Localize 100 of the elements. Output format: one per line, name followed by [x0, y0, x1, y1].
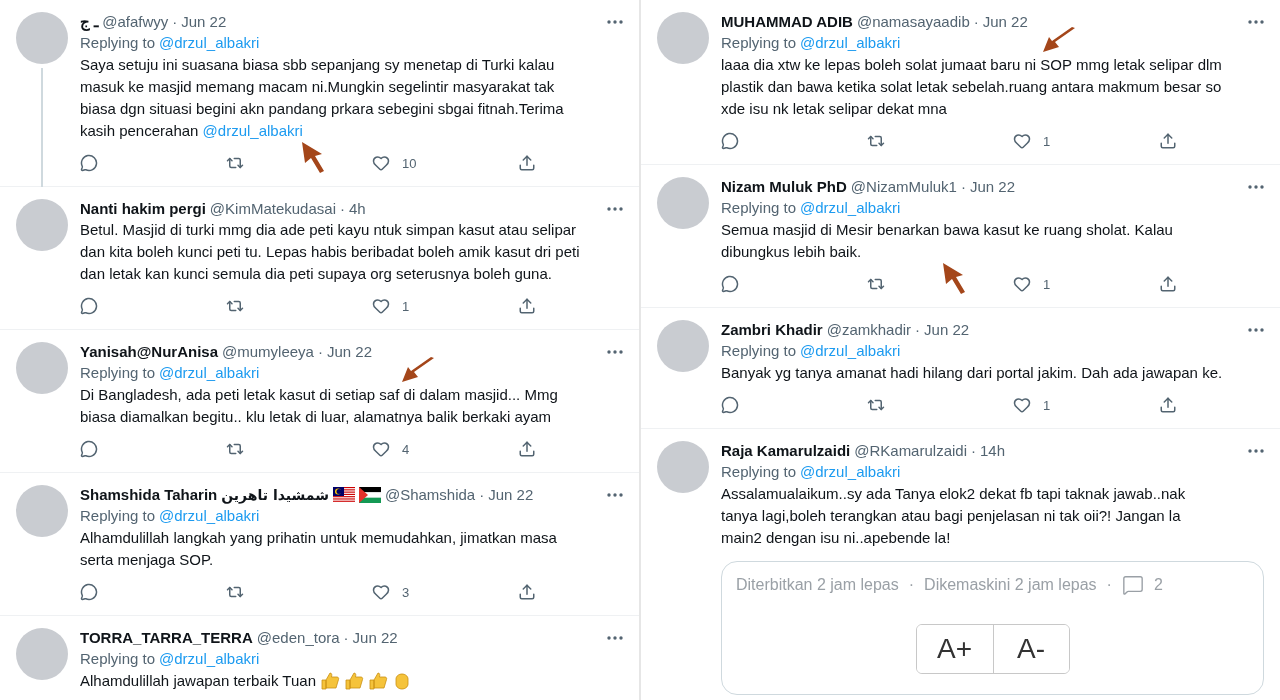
- reply-button[interactable]: [721, 275, 739, 293]
- mention-link[interactable]: @drzul_albakri: [800, 340, 901, 362]
- share-button[interactable]: [518, 440, 536, 458]
- like-button[interactable]: 3: [372, 583, 410, 601]
- user-name: Shamshida Taharin: [80, 485, 218, 505]
- post-time: 4h: [348, 199, 366, 219]
- tweet-text: Alhamdulillah langkah yang prihatin untuk memudahkan, jimatkan masa serta menjaga SOP.: [80, 528, 558, 570]
- more-options-button[interactable]: [607, 636, 623, 640]
- share-icon: [518, 440, 536, 458]
- more-options-button[interactable]: [607, 20, 623, 24]
- speech-bubble-icon: [721, 132, 739, 150]
- user-handle: @KimMatekudasai: [209, 199, 336, 219]
- share-button[interactable]: [1159, 132, 1177, 150]
- user-name: TORRA_TARRA_TERRA: [80, 628, 253, 648]
- replying-to-label: Replying to: [721, 462, 797, 482]
- more-options-button[interactable]: [1248, 20, 1264, 24]
- more-options-button[interactable]: [607, 350, 623, 354]
- mention-link[interactable]: @drzul_albakri: [159, 362, 260, 384]
- share-button[interactable]: [518, 297, 536, 315]
- tweet-text: Assalamualaikum..sy ada Tanya elok2 dekat fb tapi taknak jawab..nak tanya lagi,boleh terangkan atau bagi penjelasan ni tak oii?! Jangan la main2 dengan isu ni..apebende la!: [721, 484, 1187, 548]
- share-icon: [518, 154, 536, 172]
- comment-icon: [1121, 574, 1144, 596]
- more-icon: [607, 20, 623, 24]
- replying-to-label: Replying to: [80, 363, 156, 383]
- avatar-placeholder: [657, 12, 709, 64]
- reply-button[interactable]: [80, 154, 98, 172]
- user-name-arabic: شمشيدا تاهرين: [221, 486, 329, 505]
- like-button[interactable]: 1: [372, 297, 410, 315]
- more-icon: [1248, 449, 1264, 453]
- separator-dot: ·: [339, 199, 345, 219]
- tweet-text: Di Bangladesh, ada peti letak kasut di setiap saf di dalam masjid... Mmg biasa diamalkan begitu.. klu letak di luar, alamatnya balik berkaki ayam: [80, 385, 559, 427]
- share-icon: [518, 297, 536, 315]
- share-button[interactable]: [518, 154, 536, 172]
- mention-link[interactable]: @drzul_albakri: [800, 461, 901, 483]
- post-time: Jun 22: [924, 320, 970, 340]
- avatar-placeholder: [657, 177, 709, 229]
- more-options-button[interactable]: [1248, 185, 1264, 189]
- user-name: Nizam Muluk PhD: [721, 177, 847, 197]
- post-time: Jun 22: [181, 12, 227, 32]
- heart-icon: [1013, 275, 1031, 293]
- heart-icon: [372, 154, 390, 172]
- comment-count: 2: [1153, 576, 1163, 594]
- more-icon: [1248, 185, 1264, 189]
- reply-button[interactable]: [80, 583, 98, 601]
- avatar-placeholder: [16, 12, 68, 64]
- mention-link[interactable]: @drzul_albakri: [800, 197, 901, 219]
- avatar-placeholder: [657, 320, 709, 372]
- like-button[interactable]: 10: [372, 154, 417, 172]
- share-icon: [1159, 275, 1177, 293]
- reply-button[interactable]: [80, 440, 98, 458]
- share-button[interactable]: [1159, 396, 1177, 414]
- separator-dot: ·: [915, 320, 921, 340]
- heart-icon: [1013, 396, 1031, 414]
- more-options-button[interactable]: [1248, 328, 1264, 332]
- more-options-button[interactable]: [607, 207, 623, 211]
- heart-icon: [372, 583, 390, 601]
- heart-icon: [372, 297, 390, 315]
- separator-dot: ·: [908, 576, 915, 594]
- like-button[interactable]: 1: [1013, 396, 1051, 414]
- tweet-text: Saya setuju ini suasana biasa sbb sepanjang sy menetap di Turki kalau masuk ke masjid memang macam ni.Mungkin segelintir masyarakat tak biasa dgn situasi begini akn pandang prkara sebegini sbgai fitnah.Terima kasih pencerahan @drzul_albakri: [80, 55, 565, 141]
- reply-button[interactable]: [80, 297, 98, 315]
- reply-button[interactable]: [721, 132, 739, 150]
- reply-button[interactable]: [721, 396, 739, 414]
- share-icon: [518, 583, 536, 601]
- replying-to-label: Replying to: [80, 506, 156, 526]
- user-handle: @namasayaadib: [856, 12, 970, 32]
- separator-dot: ·: [317, 342, 323, 362]
- speech-bubble-icon: [721, 275, 739, 293]
- replying-to-label: Replying to: [721, 33, 797, 53]
- speech-bubble-icon: [721, 396, 739, 414]
- more-options-button[interactable]: [1248, 449, 1264, 453]
- mention-link[interactable]: @drzul_albakri: [159, 32, 260, 54]
- heart-icon: [372, 440, 390, 458]
- post-time: Jun 22: [982, 12, 1028, 32]
- updated-time: Dikemaskini 2 jam lepas: [924, 576, 1097, 594]
- share-button[interactable]: [1159, 275, 1177, 293]
- avatar-placeholder: [16, 199, 68, 251]
- tweet-text: Betul. Masjid di turki mmg dia ade peti kayu ntuk simpan kasut atau selipar dan kita boleh kunci peti tu. Lepas habis beribadat boleh amik kasut dri peti dan letak kan kunci semula dia peti supaya org seterusnya boleh guna.: [80, 220, 581, 284]
- like-button[interactable]: 1: [1013, 132, 1051, 150]
- mention-link[interactable]: @drzul_albakri: [800, 32, 901, 54]
- replying-to-label: Replying to: [721, 341, 797, 361]
- like-button[interactable]: 4: [372, 440, 410, 458]
- post-time: Jun 22: [352, 628, 398, 648]
- mention-link[interactable]: @drzul_albakri: [159, 648, 260, 670]
- more-options-button[interactable]: [607, 493, 623, 497]
- avatar-placeholder: [16, 485, 68, 537]
- separator-dot: ·: [1106, 576, 1112, 594]
- like-button[interactable]: 1: [1013, 275, 1051, 293]
- user-handle: @zamkhadir: [826, 320, 912, 340]
- user-handle: @afafwyy: [102, 12, 169, 32]
- replying-to-label: Replying to: [721, 198, 797, 218]
- mention-link[interactable]: @drzul_albakri: [202, 122, 303, 139]
- post-time: Jun 22: [969, 177, 1015, 197]
- mention-link[interactable]: @drzul_albakri: [159, 505, 260, 527]
- separator-dot: ·: [172, 12, 178, 32]
- avatar-placeholder: [16, 342, 68, 394]
- avatar-placeholder: [16, 628, 68, 680]
- share-button[interactable]: [518, 583, 536, 601]
- font-size-button[interactable]: A-: [992, 625, 1069, 673]
- user-handle: @mumyleeya: [222, 342, 314, 362]
